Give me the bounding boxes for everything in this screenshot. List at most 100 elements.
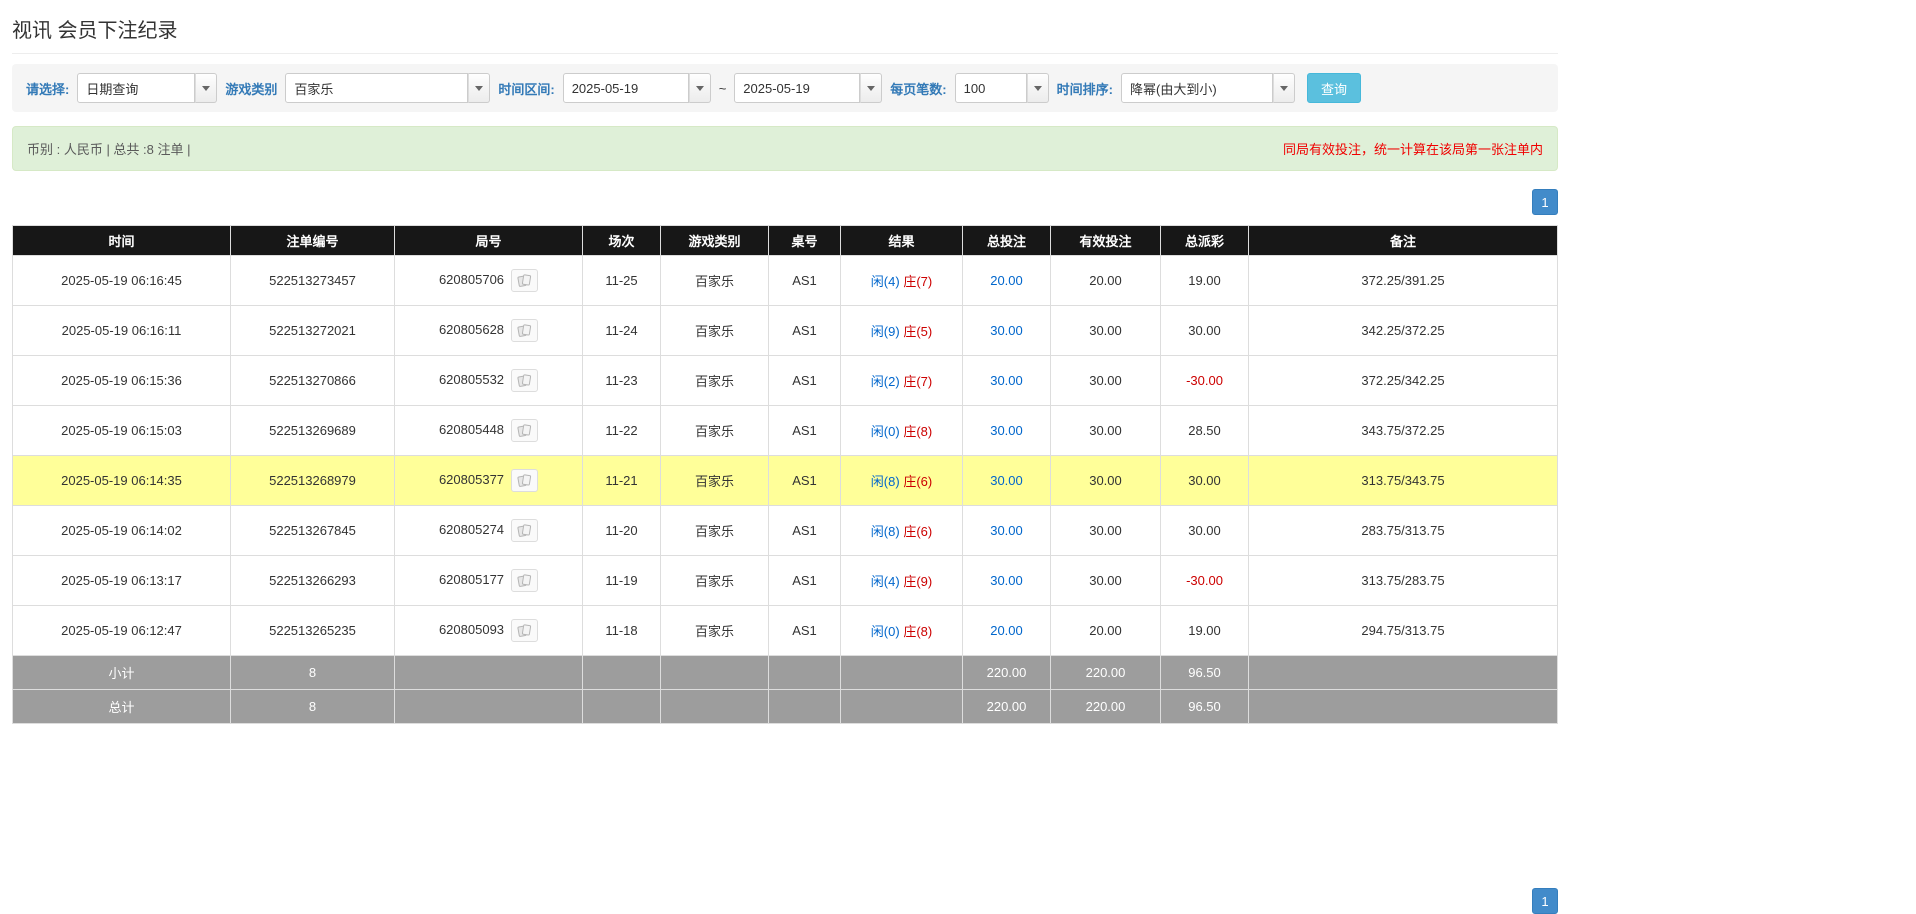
chevron-down-icon [867,85,876,91]
cell-remark: 372.25/342.25 [1248,355,1558,406]
view-cards-button[interactable] [511,369,539,392]
total-bet-link[interactable]: 30.00 [990,573,1023,588]
cell-session: 11-19 [582,555,661,606]
grand-total-empty-result [840,689,963,724]
cell-valid-bet: 30.00 [1050,355,1161,406]
cell-remark: 313.75/343.75 [1248,455,1558,506]
per-page-input[interactable] [954,73,1027,103]
result-player: 闲(9) [870,324,900,339]
date-to-input[interactable] [734,73,861,103]
result-player: 闲(4) [870,574,900,589]
cell-round: 620805628 [394,305,583,356]
query-button[interactable]: 查询 [1306,73,1361,103]
cell-bet-id: 522513269689 [230,405,395,456]
grand-total-total-bet: 220.00 [962,689,1051,724]
sort-input[interactable] [1120,73,1273,103]
cell-round: 620805377 [394,455,583,506]
total-bet-link[interactable]: 30.00 [990,373,1023,388]
view-cards-button[interactable] [511,419,539,442]
summary-info-bar: 币别 : 人民币 | 总共 :8 注单 | 同局有效投注，统一计算在该局第一张注… [12,126,1558,171]
cell-table-no: AS1 [768,305,841,356]
total-bet-link[interactable]: 30.00 [990,323,1023,338]
cell-result: 闲(4) 庄(9) [840,555,963,606]
result-player: 闲(4) [870,274,900,289]
view-cards-button[interactable] [511,519,539,542]
cell-table-no: AS1 [768,505,841,556]
cell-time: 2025-05-19 06:12:47 [12,605,231,656]
total-bet-link[interactable]: 20.00 [990,623,1023,638]
view-cards-button[interactable] [511,269,539,292]
page-1-button[interactable]: 1 [1532,189,1558,215]
per-page-label: 每页笔数: [890,81,947,97]
page-container: 视讯 会员下注纪录 请选择: 游戏类别 时间区间: ~ 每页笔数: 时间排序: [12,0,1558,914]
cell-time: 2025-05-19 06:16:45 [12,255,231,306]
total-bet-link[interactable]: 30.00 [990,523,1023,538]
cell-payout: 30.00 [1160,505,1249,556]
cell-bet-id: 522513268979 [230,455,395,506]
result-player: 闲(8) [870,524,900,539]
cell-remark: 342.25/372.25 [1248,305,1558,356]
result-player: 闲(8) [870,474,900,489]
cell-session: 11-22 [582,405,661,456]
cell-payout: 19.00 [1160,255,1249,306]
sort-dropdown-button[interactable] [1272,73,1295,103]
view-cards-button[interactable] [511,319,539,342]
cell-bet-id: 522513270866 [230,355,395,406]
view-cards-button[interactable] [511,469,539,492]
cell-game-type: 百家乐 [660,455,769,506]
cell-table-no: AS1 [768,255,841,306]
header-total-bet: 总投注 [962,225,1051,256]
subtotal-empty-round [394,655,583,690]
view-cards-button[interactable] [511,569,539,592]
query-type-input[interactable] [77,73,196,103]
chevron-down-icon [202,85,211,91]
cell-valid-bet: 30.00 [1050,305,1161,356]
result-banker: 庄(6) [903,474,933,489]
cell-total-bet: 30.00 [962,455,1051,506]
cell-total-bet: 20.00 [962,255,1051,306]
page-1-button[interactable]: 1 [1532,888,1558,914]
cell-game-type: 百家乐 [660,555,769,606]
cell-bet-id: 522513273457 [230,255,395,306]
header-time: 时间 [12,225,231,256]
cell-result: 闲(0) 庄(8) [840,605,963,656]
pagination-top: 1 [12,189,1558,215]
cell-total-bet: 30.00 [962,505,1051,556]
table-row: 2025-05-19 06:12:47 522513265235 620805093… [12,605,1558,656]
cell-remark: 283.75/313.75 [1248,505,1558,556]
date-from-input[interactable] [562,73,689,103]
header-round: 局号 [394,225,583,256]
result-banker: 庄(8) [903,424,933,439]
per-page-dropdown-button[interactable] [1026,73,1049,103]
date-from-dropdown-button[interactable] [688,73,711,103]
date-to-dropdown-button[interactable] [860,73,883,103]
grand-total-payout: 96.50 [1160,689,1249,724]
game-type-combo [285,73,491,103]
cell-payout: 30.00 [1160,455,1249,506]
table-row: 2025-05-19 06:15:36 522513270866 620805532… [12,355,1558,406]
cell-remark: 372.25/391.25 [1248,255,1558,306]
game-type-input[interactable] [285,73,469,103]
table-header-row: 时间 注单编号 局号 场次 游戏类别 桌号 结果 总投注 有效投注 总派彩 备注 [12,225,1558,256]
subtotal-label: 小计 [12,655,231,690]
subtotal-empty-session [582,655,661,690]
grand-total-count: 8 [230,689,395,724]
result-banker: 庄(5) [903,324,933,339]
total-bet-link[interactable]: 30.00 [990,473,1023,488]
pagination-bottom: 1 [12,888,1558,914]
header-remark: 备注 [1248,225,1558,256]
game-type-dropdown-button[interactable] [468,73,491,103]
cell-session: 11-24 [582,305,661,356]
page-header: 视讯 会员下注纪录 [12,0,1558,54]
cell-bet-id: 522513266293 [230,555,395,606]
cell-game-type: 百家乐 [660,505,769,556]
cell-game-type: 百家乐 [660,305,769,356]
total-bet-link[interactable]: 30.00 [990,423,1023,438]
cell-table-no: AS1 [768,455,841,506]
query-type-dropdown-button[interactable] [195,73,218,103]
header-table-no: 桌号 [768,225,841,256]
cell-payout: -30.00 [1160,355,1249,406]
view-cards-button[interactable] [511,619,539,642]
total-bet-link[interactable]: 20.00 [990,273,1023,288]
cell-round: 620805274 [394,505,583,556]
